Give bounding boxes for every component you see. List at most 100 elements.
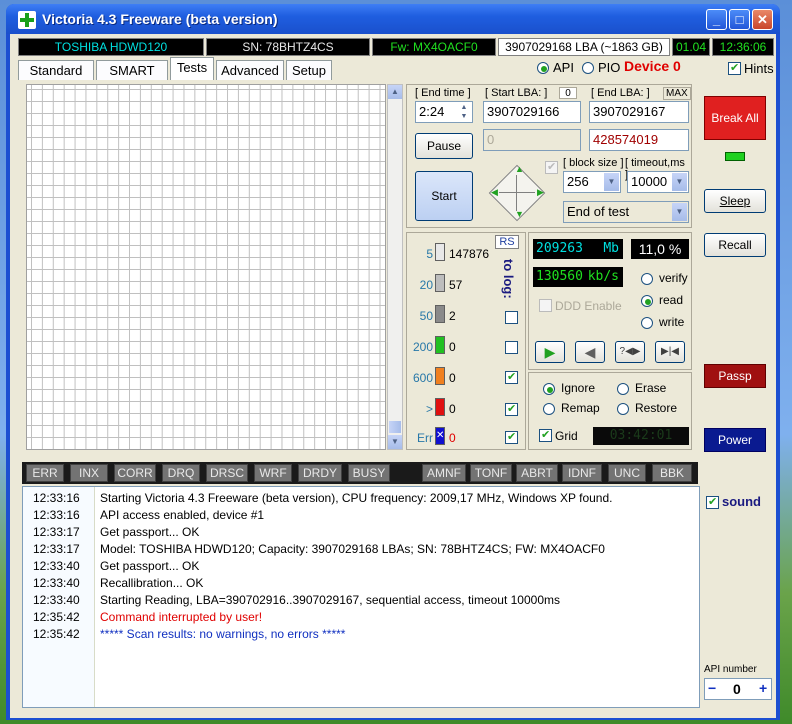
ddd-enable-checkbox[interactable]: [539, 299, 552, 312]
end-button[interactable]: ▶|◀: [655, 341, 685, 363]
recall-button[interactable]: Recall: [704, 233, 766, 257]
back-button[interactable]: ◀: [575, 341, 605, 363]
end-lba-field[interactable]: 3907029167: [589, 101, 689, 123]
log-message: Model: TOSHIBA HDWD120; Capacity: 390702…: [100, 542, 605, 556]
rs-button[interactable]: RS: [495, 235, 519, 249]
arrow-up-icon[interactable]: ▲: [515, 164, 524, 174]
processed-mb-value: 209263: [536, 241, 583, 256]
remap-radio[interactable]: [543, 403, 555, 415]
log-err-checkbox[interactable]: [505, 430, 518, 444]
start-lba-reset-button[interactable]: 0: [559, 87, 577, 99]
sound-checkbox[interactable]: [706, 495, 719, 509]
block-size-label: [ block size ]: [563, 157, 624, 169]
grid-label: Grid: [555, 429, 578, 443]
stats-panel: 209263 Mb 11,0 % 130560 kb/s DDD Enable …: [528, 232, 692, 370]
api-number-stepper[interactable]: − 0 +: [704, 678, 772, 700]
hist-label-200: 200: [412, 340, 433, 354]
device-label: Device 0: [624, 58, 681, 74]
read-radio[interactable]: [641, 295, 653, 307]
api-number-label: API number: [704, 664, 757, 675]
end-action-select[interactable]: End of test ▼: [563, 201, 689, 223]
play-button[interactable]: ▶: [535, 341, 565, 363]
block-size-value: 256: [567, 174, 589, 189]
hints-checkbox[interactable]: [728, 61, 741, 75]
current-position-field: 0: [483, 129, 581, 151]
minimize-button[interactable]: _: [706, 9, 727, 30]
event-log[interactable]: 12:33:16 Starting Victoria 4.3 Freeware …: [22, 486, 700, 708]
log-600-checkbox[interactable]: [505, 370, 518, 384]
api-label: API: [553, 60, 574, 75]
to-log-label: to log:: [501, 259, 516, 299]
hist-count-5: 147876: [449, 247, 490, 261]
grid-scrollbar[interactable]: ▲ ▼: [387, 84, 403, 450]
processed-mb-unit: Mb: [603, 241, 619, 256]
log-row: 12:33:16 Starting Victoria 4.3 Freeware …: [23, 490, 699, 507]
flag-corr: CORR: [114, 464, 156, 482]
start-button[interactable]: Start: [415, 171, 473, 221]
close-button[interactable]: ✕: [752, 9, 773, 30]
power-button[interactable]: Power: [704, 428, 766, 452]
scroll-up-icon[interactable]: ▲: [388, 85, 402, 99]
erase-radio[interactable]: [617, 383, 629, 395]
clock-readout: 12:36:06: [712, 38, 774, 56]
log-row: 12:33:40 Recallibration... OK: [23, 575, 699, 592]
log-message: Get passport... OK: [100, 525, 200, 539]
restore-radio[interactable]: [617, 403, 629, 415]
pad-lock-checkbox[interactable]: [545, 160, 558, 174]
read-label: read: [659, 293, 684, 307]
log-50-checkbox[interactable]: [505, 311, 518, 324]
break-all-button[interactable]: Break All: [704, 96, 766, 140]
log-row: 12:35:42 ***** Scan results: no warnings…: [23, 626, 699, 643]
progress-percent-readout: 11,0 %: [631, 239, 689, 259]
api-plus-button[interactable]: +: [759, 680, 767, 696]
restore-label: Restore: [635, 401, 678, 415]
scroll-thumb[interactable]: [389, 421, 401, 433]
skip-button[interactable]: ?◀▶: [615, 341, 645, 363]
hist-label-over: >: [425, 402, 433, 416]
arrow-left-icon[interactable]: ◀: [491, 187, 498, 198]
log-over-checkbox[interactable]: [505, 402, 518, 416]
tab-smart[interactable]: SMART: [96, 60, 168, 80]
title-bar[interactable]: Victoria 4.3 Freeware (beta version) _ □…: [6, 4, 780, 34]
elapsed-time-readout: 03:42:01: [593, 427, 689, 445]
start-lba-field[interactable]: 3907029166: [483, 101, 581, 123]
block-size-select[interactable]: 256 ▼: [563, 171, 621, 193]
ignore-radio[interactable]: [543, 383, 555, 395]
log-time: 12:35:42: [33, 610, 80, 624]
hist-bar-50: [435, 305, 445, 323]
tab-tests[interactable]: Tests: [170, 57, 214, 80]
tab-standard[interactable]: Standard: [18, 60, 94, 80]
maximize-button[interactable]: □: [729, 9, 750, 30]
histogram-panel: RS to log: 5 147876 20 57 50 2 200 0 600…: [406, 232, 526, 450]
log-message: ***** Scan results: no warnings, no erro…: [100, 627, 346, 641]
flag-tonf: TONF: [470, 464, 512, 482]
log-row: 12:33:17 Get passport... OK: [23, 524, 699, 541]
hist-label-err: Err: [417, 431, 433, 445]
start-lba-label: [ Start LBA: ]: [485, 87, 548, 99]
end-time-spinner-icon[interactable]: ▲ ▼: [457, 103, 471, 121]
hist-count-err: 0: [449, 431, 456, 445]
pause-button[interactable]: Pause: [415, 133, 473, 159]
api-minus-button[interactable]: −: [708, 680, 716, 696]
verify-radio[interactable]: [641, 273, 653, 285]
chevron-down-icon: ▼: [672, 203, 687, 221]
grid-checkbox[interactable]: [539, 428, 552, 442]
api-radio[interactable]: [537, 62, 549, 74]
max-lba-button[interactable]: MAX: [663, 87, 691, 100]
tab-advanced[interactable]: Advanced: [216, 60, 284, 80]
tab-setup[interactable]: Setup: [286, 60, 332, 80]
pio-radio[interactable]: [582, 62, 594, 74]
log-200-checkbox[interactable]: [505, 341, 518, 354]
scroll-down-icon[interactable]: ▼: [388, 435, 402, 449]
timeout-select[interactable]: 10000 ▼: [627, 171, 689, 193]
arrow-right-icon[interactable]: ▶: [537, 187, 544, 198]
log-time: 12:33:16: [33, 508, 80, 522]
sleep-button[interactable]: Sleep: [704, 189, 766, 213]
write-radio[interactable]: [641, 317, 653, 329]
erase-label: Erase: [635, 381, 667, 395]
passport-button[interactable]: Passp: [704, 364, 766, 388]
direction-pad[interactable]: ▲ ▼ ◀ ▶: [488, 164, 546, 222]
log-message: API access enabled, device #1: [100, 508, 265, 522]
log-row: 12:35:42 Command interrupted by user!: [23, 609, 699, 626]
flag-amnf: AMNF: [422, 464, 466, 482]
